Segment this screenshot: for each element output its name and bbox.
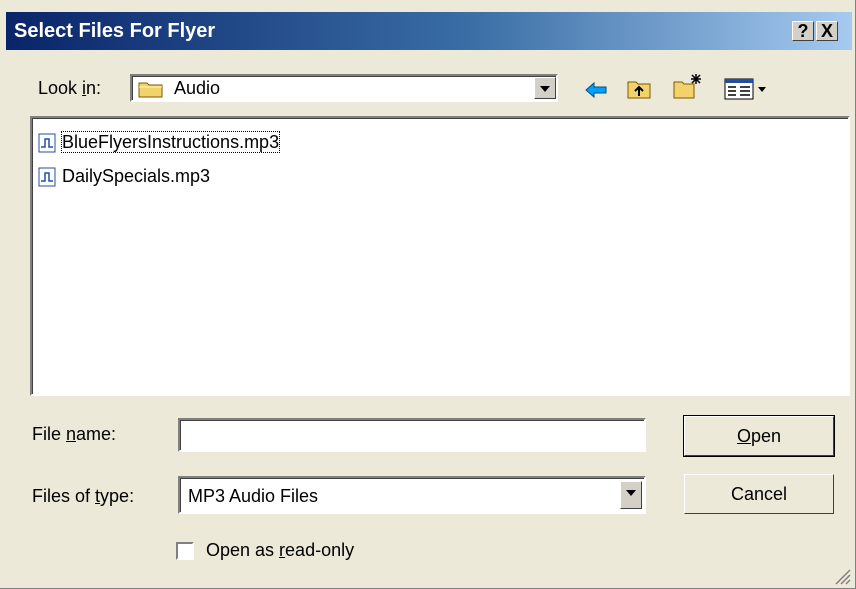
help-button[interactable]: ? (792, 21, 814, 41)
file-name-input[interactable] (178, 418, 646, 452)
read-only-checkbox[interactable] (176, 542, 194, 560)
file-list[interactable]: BlueFlyersInstructions.mp3 DailySpecials… (30, 116, 850, 396)
look-in-dropdown-arrow[interactable] (534, 77, 556, 99)
look-in-dropdown[interactable]: Audio (130, 74, 558, 102)
list-item[interactable]: BlueFlyersInstructions.mp3 (38, 131, 281, 158)
audio-file-icon (38, 133, 56, 153)
back-arrow-icon[interactable] (584, 80, 608, 100)
list-item[interactable]: DailySpecials.mp3 (38, 166, 210, 192)
up-folder-icon[interactable] (626, 76, 652, 100)
audio-file-icon (38, 167, 56, 187)
view-menu-icon[interactable] (724, 78, 770, 100)
folder-icon (138, 82, 163, 98)
file-type-dropdown-arrow[interactable] (620, 481, 642, 509)
file-name-label: File name: (32, 424, 117, 444)
file-name: BlueFlyersInstructions.mp3 (60, 131, 281, 153)
open-button[interactable]: Open (683, 415, 835, 457)
look-in-label: Look in: (38, 78, 102, 98)
close-button[interactable]: X (816, 21, 838, 41)
file-type-value: MP3 Audio Files (188, 486, 319, 506)
file-type-dropdown[interactable]: MP3 Audio Files (178, 476, 646, 514)
cancel-button[interactable]: Cancel (684, 474, 834, 514)
title-bar[interactable]: Select Files For Flyer ? X (6, 12, 852, 50)
file-type-label: Files of type: (32, 486, 135, 506)
read-only-label: Open as read-only (206, 540, 355, 560)
file-name: DailySpecials.mp3 (62, 166, 211, 186)
resize-grip-icon[interactable] (832, 566, 852, 586)
look-in-value: Audio (174, 78, 221, 98)
new-folder-icon[interactable] (672, 72, 704, 100)
dialog-title: Select Files For Flyer (14, 20, 216, 42)
file-dialog: Select Files For Flyer ? X Look in: Audi… (0, 0, 856, 589)
